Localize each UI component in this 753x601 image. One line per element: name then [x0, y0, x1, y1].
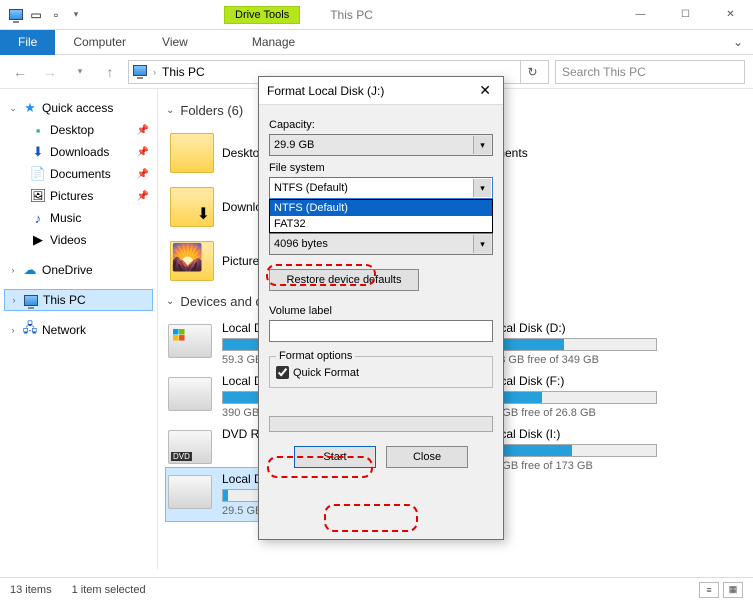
file-tab[interactable]: File — [0, 30, 55, 55]
quick-format-checkbox[interactable]: Quick Format — [276, 366, 486, 379]
filesystem-label: File system — [269, 162, 493, 174]
item-count: 13 items — [10, 584, 52, 596]
drive-free-text: 85 GB free of 173 GB — [487, 460, 657, 472]
video-icon: ▶ — [30, 232, 46, 248]
pin-icon: 📌 — [137, 169, 149, 180]
sidebar-this-pc[interactable]: ›This PC — [4, 289, 153, 311]
format-progress — [269, 416, 493, 432]
format-options-legend: Format options — [276, 350, 355, 362]
minimize-button[interactable]: — — [618, 0, 663, 30]
sidebar-pictures[interactable]: 🖼Pictures📌 — [4, 185, 153, 207]
drive-icon — [168, 324, 212, 358]
ribbon-expand-icon[interactable]: ⌄ — [733, 35, 753, 49]
volume-label-input[interactable] — [269, 320, 493, 342]
drive-name: Local Disk (D:) — [487, 321, 657, 335]
restore-defaults-button[interactable]: Restore device defaults — [269, 269, 419, 291]
dialog-title: Format Local Disk (J:) — [267, 84, 384, 98]
music-icon: ♪ — [30, 210, 46, 226]
pin-icon: 📌 — [137, 147, 149, 158]
sidebar-quick-access[interactable]: ⌄★ Quick access — [4, 97, 153, 119]
sidebar-network[interactable]: ›🖧Network — [4, 319, 153, 341]
dialog-close-button[interactable]: ✕ — [475, 82, 495, 99]
volume-label-label: Volume label — [269, 305, 493, 317]
tiles-view-button[interactable]: ▦ — [723, 582, 743, 598]
computer-tab[interactable]: Computer — [55, 31, 144, 53]
sidebar-desktop[interactable]: ▪Desktop📌 — [4, 119, 153, 141]
titlebar: ▭ ▫ ▾ Drive Tools This PC — ☐ ✕ — [0, 0, 753, 30]
format-dialog: Format Local Disk (J:) ✕ Capacity: 29.9 … — [258, 76, 504, 540]
fs-option-fat32[interactable]: FAT32 — [270, 216, 492, 232]
picture-icon: 🖼 — [30, 188, 46, 204]
sidebar-music[interactable]: ♪Music — [4, 207, 153, 229]
cloud-icon: ☁ — [22, 262, 38, 278]
manage-tab[interactable]: Manage — [238, 31, 309, 53]
explorer-icon — [8, 7, 24, 23]
capacity-dropdown[interactable]: 29.9 GB▾ — [269, 134, 493, 156]
network-icon: 🖧 — [22, 322, 38, 338]
drive-usage-bar — [487, 338, 657, 351]
folder-icon — [170, 241, 214, 281]
drive-icon — [168, 430, 212, 464]
star-icon: ★ — [22, 100, 38, 116]
start-button[interactable]: Start — [294, 446, 376, 468]
allocation-dropdown[interactable]: 4096 bytes▾ — [269, 233, 493, 255]
monitor-icon — [23, 292, 39, 308]
refresh-button[interactable]: ↻ — [520, 61, 544, 83]
maximize-button[interactable]: ☐ — [663, 0, 708, 30]
search-input[interactable]: Search This PC — [555, 60, 745, 84]
back-button[interactable]: ← — [8, 60, 32, 84]
chevron-down-icon: ▾ — [473, 235, 491, 253]
qat-props-icon[interactable]: ▭ — [28, 7, 44, 23]
drive-free-text: 18 GB free of 26.8 GB — [487, 407, 657, 419]
chevron-down-icon: ▾ — [473, 179, 491, 197]
drive-name: Local Disk (F:) — [487, 374, 657, 388]
filesystem-dropdown[interactable]: NTFS (Default)▾ — [269, 177, 493, 199]
recent-dropdown[interactable]: ▾ — [68, 60, 92, 84]
close-dialog-button[interactable]: Close — [386, 446, 468, 468]
selection-count: 1 item selected — [72, 584, 146, 596]
chevron-down-icon: ▾ — [473, 136, 491, 154]
folder-icon — [170, 133, 214, 173]
capacity-label: Capacity: — [269, 119, 493, 131]
drive-usage-bar — [487, 444, 657, 457]
drive-icon — [168, 475, 212, 509]
qat-new-icon[interactable]: ▫ — [48, 7, 64, 23]
nav-pane: ⌄★ Quick access ▪Desktop📌 ⬇Downloads📌 📄D… — [0, 89, 158, 569]
filesystem-dropdown-list: NTFS (Default) FAT32 — [269, 199, 493, 233]
drive-free-text: 193 GB free of 349 GB — [487, 354, 657, 366]
view-tab[interactable]: View — [144, 31, 206, 53]
close-button[interactable]: ✕ — [708, 0, 753, 30]
this-pc-icon — [133, 65, 147, 79]
pin-icon: 📌 — [137, 125, 149, 136]
ribbon: File Computer View Manage ⌄ — [0, 30, 753, 55]
sidebar-documents[interactable]: 📄Documents📌 — [4, 163, 153, 185]
drive-icon — [168, 377, 212, 411]
status-bar: 13 items 1 item selected ≡ ▦ — [0, 577, 753, 601]
format-options-group: Format options Quick Format — [269, 350, 493, 388]
drive-usage-bar — [487, 391, 657, 404]
explorer-window: ▭ ▫ ▾ Drive Tools This PC — ☐ ✕ File Com… — [0, 0, 753, 601]
drive-name: Local Disk (I:) — [487, 427, 657, 441]
up-button[interactable]: ↑ — [98, 60, 122, 84]
drive-tools-tab[interactable]: Drive Tools — [224, 6, 300, 24]
fs-option-ntfs[interactable]: NTFS (Default) — [270, 200, 492, 216]
breadcrumb-this-pc[interactable]: This PC — [162, 65, 205, 79]
quick-format-input[interactable] — [276, 366, 289, 379]
desktop-icon: ▪ — [30, 122, 46, 138]
folder-icon — [170, 187, 214, 227]
forward-button[interactable]: → — [38, 60, 62, 84]
qat: ▭ ▫ ▾ — [0, 7, 84, 23]
sidebar-downloads[interactable]: ⬇Downloads📌 — [4, 141, 153, 163]
document-icon: 📄 — [30, 166, 46, 182]
qat-dropdown-icon[interactable]: ▾ — [68, 7, 84, 23]
window-title: This PC — [330, 8, 373, 22]
dialog-titlebar: Format Local Disk (J:) ✕ — [259, 77, 503, 105]
pin-icon: 📌 — [137, 191, 149, 202]
details-view-button[interactable]: ≡ — [699, 582, 719, 598]
sidebar-videos[interactable]: ▶Videos — [4, 229, 153, 251]
sidebar-onedrive[interactable]: ›☁OneDrive — [4, 259, 153, 281]
download-icon: ⬇ — [30, 144, 46, 160]
